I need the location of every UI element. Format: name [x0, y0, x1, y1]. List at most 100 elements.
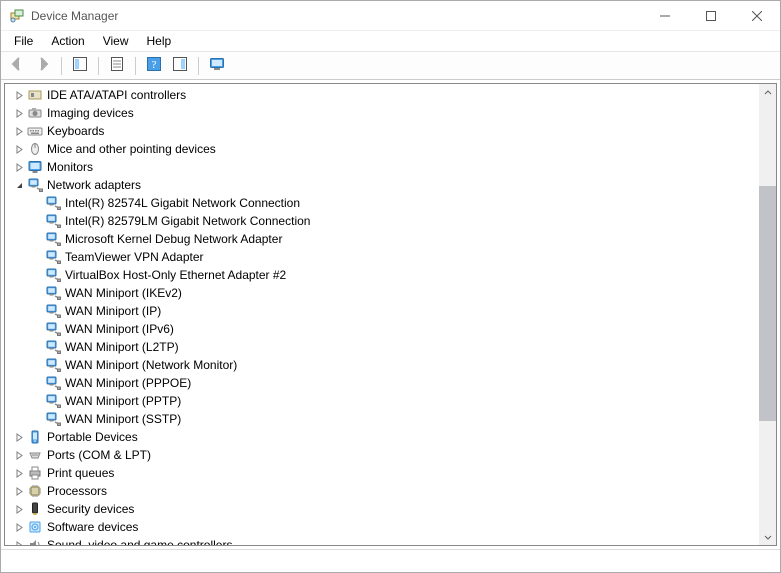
expander-placeholder — [29, 411, 45, 427]
expander-placeholder — [29, 393, 45, 409]
network-icon — [45, 339, 61, 355]
tree-node[interactable]: Monitors — [5, 158, 759, 176]
device-manager-window: Device Manager FileActionViewHelp ? IDE … — [0, 0, 781, 573]
tree-node[interactable]: Network adapters — [5, 176, 759, 194]
close-button[interactable] — [734, 1, 780, 31]
tree-node[interactable]: WAN Miniport (SSTP) — [5, 410, 759, 428]
network-icon — [45, 357, 61, 373]
tree-node[interactable]: WAN Miniport (PPTP) — [5, 392, 759, 410]
tree-node[interactable]: Keyboards — [5, 122, 759, 140]
tree-node[interactable]: Processors — [5, 482, 759, 500]
menu-action[interactable]: Action — [42, 32, 93, 50]
tree-node-label: WAN Miniport (PPPOE) — [65, 376, 199, 390]
tree-node[interactable]: WAN Miniport (L2TP) — [5, 338, 759, 356]
tree-node[interactable]: Ports (COM & LPT) — [5, 446, 759, 464]
show-hide-console-tree-button[interactable] — [68, 55, 92, 77]
forward-button — [31, 55, 55, 77]
tree-node-label: Processors — [47, 484, 115, 498]
expander-placeholder — [29, 339, 45, 355]
action-toolbar-button[interactable] — [168, 55, 192, 77]
expand-icon[interactable] — [11, 105, 27, 121]
network-icon — [45, 267, 61, 283]
tree-node[interactable]: Security devices — [5, 500, 759, 518]
tree-node[interactable]: Sound, video and game controllers — [5, 536, 759, 545]
tree-node[interactable]: WAN Miniport (IKEv2) — [5, 284, 759, 302]
scroll-down-button[interactable] — [759, 528, 776, 545]
network-icon — [45, 303, 61, 319]
network-icon — [45, 321, 61, 337]
tree-node-label: Print queues — [47, 466, 122, 480]
maximize-button[interactable] — [688, 1, 734, 31]
expand-icon[interactable] — [11, 141, 27, 157]
tree-node[interactable]: WAN Miniport (IP) — [5, 302, 759, 320]
properties-icon — [109, 56, 125, 75]
tree-node-label: WAN Miniport (Network Monitor) — [65, 358, 245, 372]
minimize-button[interactable] — [642, 1, 688, 31]
menu-help[interactable]: Help — [138, 32, 181, 50]
help-button[interactable]: ? — [142, 55, 166, 77]
network-icon — [45, 213, 61, 229]
collapse-icon[interactable] — [11, 177, 27, 193]
scrollbar-track[interactable] — [759, 101, 776, 528]
monitor-icon — [27, 159, 43, 175]
tree-node[interactable]: TeamViewer VPN Adapter — [5, 248, 759, 266]
expand-icon[interactable] — [11, 501, 27, 517]
expand-icon[interactable] — [11, 537, 27, 545]
tree-node-label: WAN Miniport (PPTP) — [65, 394, 189, 408]
back-button — [5, 55, 29, 77]
action-pane-icon — [172, 56, 188, 75]
menu-file[interactable]: File — [5, 32, 42, 50]
processor-icon — [27, 483, 43, 499]
expander-placeholder — [29, 321, 45, 337]
arrow-right-icon — [35, 56, 51, 75]
sound-icon — [27, 537, 43, 545]
tree-node[interactable]: IDE ATA/ATAPI controllers — [5, 86, 759, 104]
device-tree: IDE ATA/ATAPI controllersImaging devices… — [5, 84, 759, 545]
tree-node[interactable]: Intel(R) 82574L Gigabit Network Connecti… — [5, 194, 759, 212]
tree-node-label: Sound, video and game controllers — [47, 538, 240, 545]
scan-hardware-button[interactable] — [205, 55, 229, 77]
expand-icon[interactable] — [11, 159, 27, 175]
vertical-scrollbar[interactable] — [759, 84, 776, 545]
tree-node[interactable]: Portable Devices — [5, 428, 759, 446]
expand-icon[interactable] — [11, 447, 27, 463]
expand-icon[interactable] — [11, 465, 27, 481]
expand-icon[interactable] — [11, 123, 27, 139]
tree-node[interactable]: Software devices — [5, 518, 759, 536]
app-icon — [9, 8, 25, 24]
tree-node[interactable]: Microsoft Kernel Debug Network Adapter — [5, 230, 759, 248]
monitor-scan-icon — [209, 56, 225, 75]
toolbar-separator — [135, 57, 136, 75]
tree-node[interactable]: WAN Miniport (IPv6) — [5, 320, 759, 338]
expand-icon[interactable] — [11, 429, 27, 445]
scrollbar-thumb[interactable] — [759, 186, 776, 421]
properties-button[interactable] — [105, 55, 129, 77]
tree-node-label: Software devices — [47, 520, 146, 534]
tree-node-label: Network adapters — [47, 178, 149, 192]
expander-placeholder — [29, 195, 45, 211]
tree-node-label: Intel(R) 82579LM Gigabit Network Connect… — [65, 214, 318, 228]
tree-node[interactable]: Print queues — [5, 464, 759, 482]
menu-view[interactable]: View — [94, 32, 138, 50]
expander-placeholder — [29, 249, 45, 265]
toolbar-separator — [198, 57, 199, 75]
tree-node[interactable]: WAN Miniport (PPPOE) — [5, 374, 759, 392]
expand-icon[interactable] — [11, 87, 27, 103]
scroll-up-button[interactable] — [759, 84, 776, 101]
network-icon — [45, 375, 61, 391]
tree-node[interactable]: VirtualBox Host-Only Ethernet Adapter #2 — [5, 266, 759, 284]
tree-node-label: WAN Miniport (IPv6) — [65, 322, 182, 336]
expander-placeholder — [29, 303, 45, 319]
network-icon — [45, 249, 61, 265]
tree-node-label: Mice and other pointing devices — [47, 142, 224, 156]
toolbar-separator — [98, 57, 99, 75]
tree-node[interactable]: Mice and other pointing devices — [5, 140, 759, 158]
security-icon — [27, 501, 43, 517]
network-icon — [45, 285, 61, 301]
expand-icon[interactable] — [11, 519, 27, 535]
expand-icon[interactable] — [11, 483, 27, 499]
tree-node-label: WAN Miniport (IP) — [65, 304, 169, 318]
tree-node[interactable]: Intel(R) 82579LM Gigabit Network Connect… — [5, 212, 759, 230]
tree-node[interactable]: WAN Miniport (Network Monitor) — [5, 356, 759, 374]
tree-node[interactable]: Imaging devices — [5, 104, 759, 122]
